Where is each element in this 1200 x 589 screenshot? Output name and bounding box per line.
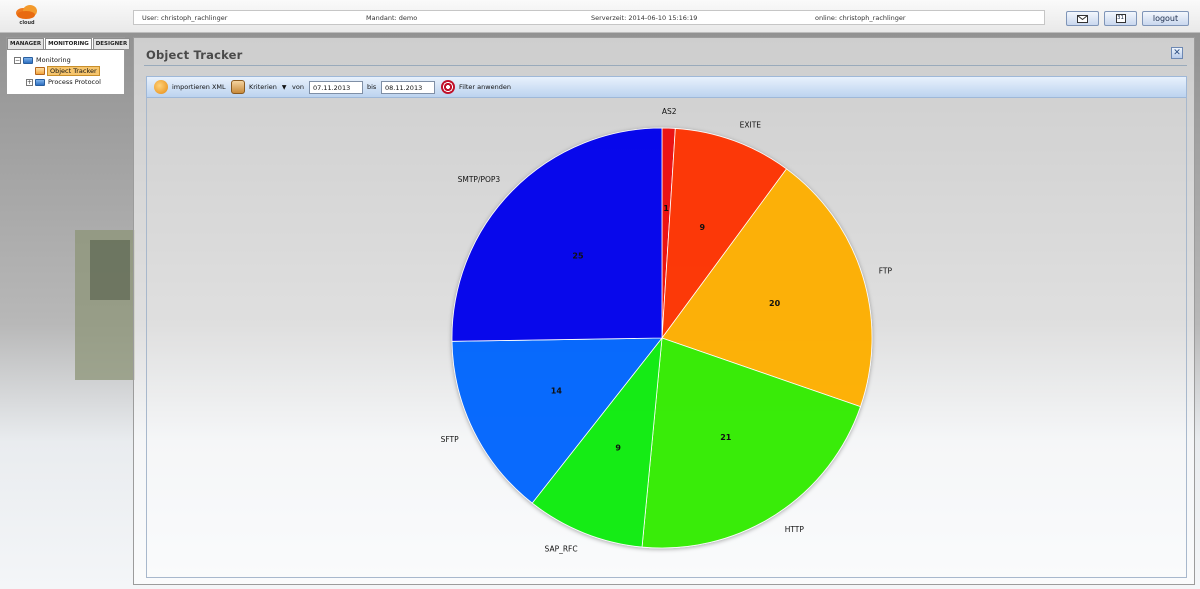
- pie-value-http: 21: [720, 433, 732, 442]
- envelope-icon: [1077, 14, 1088, 23]
- server-time: Serverzeit: 2014-06-10 15:16:19: [591, 14, 698, 22]
- tree-label-process-protocol: Process Protocol: [48, 78, 101, 86]
- criteria-dropdown[interactable]: Kriterien ▼: [231, 77, 287, 97]
- pie-value-smtp-pop3: 25: [572, 251, 584, 260]
- von-label: von: [292, 83, 304, 91]
- pie-value-sap-rfc: 9: [615, 443, 621, 452]
- pie-label-as2: AS2: [662, 107, 677, 116]
- pie-value-exite: 9: [700, 223, 706, 232]
- pie-label-sap-rfc: SAP_RFC: [545, 545, 578, 554]
- navigation-panel: MANAGER MONITORING DESIGNER − Monitoring…: [6, 37, 131, 95]
- import-xml-label: importieren XML: [172, 83, 226, 91]
- close-icon: ✕: [1173, 48, 1181, 58]
- tree-label-object-tracker: Object Tracker: [47, 66, 100, 76]
- import-icon: [154, 80, 168, 94]
- target-icon: [441, 80, 455, 94]
- tab-designer[interactable]: DESIGNER: [92, 38, 131, 49]
- mandant-info: Mandant: demo: [366, 14, 418, 22]
- app-header: cloud User: christoph_rachlinger Mandant…: [0, 0, 1200, 33]
- bis-label: bis: [367, 83, 377, 91]
- folder-icon: [23, 56, 33, 64]
- pie-label-exite: EXITE: [740, 121, 762, 130]
- title-divider: [144, 65, 1187, 66]
- page-title: Object Tracker: [146, 48, 243, 62]
- main-panel: Object Tracker ✕ importieren XML Kriteri…: [133, 37, 1195, 585]
- chart-area: 1 AS2 9 EXITE 20 FTP 21 HTTP 9 SAP_RFC 14 SFTP 25 SMT…: [146, 98, 1187, 578]
- import-xml-button[interactable]: importieren XML: [154, 77, 226, 97]
- pie-value-as2: 1: [663, 204, 669, 213]
- search-criteria-icon: [231, 80, 245, 94]
- expand-icon[interactable]: +: [26, 78, 33, 86]
- logout-button[interactable]: logout: [1142, 11, 1189, 26]
- pie-label-sftp: SFTP: [441, 435, 460, 444]
- folder-icon: [35, 78, 45, 86]
- pie-value-sftp: 14: [551, 386, 563, 395]
- pie-slices: [451, 127, 873, 549]
- pie-value-ftp: 20: [769, 299, 781, 308]
- date-to-input[interactable]: [381, 81, 435, 94]
- pie-label-http: HTTP: [785, 525, 805, 534]
- calendar-button[interactable]: 31: [1104, 11, 1137, 26]
- tree-label-monitoring: Monitoring: [36, 56, 71, 64]
- pie-slice-smtp-pop3[interactable]: [451, 127, 663, 342]
- logo-text: cloud: [19, 20, 35, 26]
- apply-filter-label: Filter anwenden: [459, 83, 511, 91]
- apply-filter-button[interactable]: Filter anwenden: [441, 77, 511, 97]
- calendar-icon: 31: [1115, 14, 1126, 23]
- tree-node-object-tracker[interactable]: Object Tracker: [35, 66, 100, 76]
- online-user: online: christoph_rachlinger: [815, 14, 906, 22]
- filter-toolbar: importieren XML Kriterien ▼ von bis Filt…: [146, 76, 1187, 98]
- pie-label-ftp: FTP: [879, 267, 893, 276]
- cloud-logo-icon: cloud: [12, 3, 42, 29]
- tab-manager[interactable]: MANAGER: [7, 38, 45, 49]
- collapse-icon[interactable]: −: [14, 56, 21, 64]
- session-info-bar: User: christoph_rachlinger Mandant: demo…: [133, 10, 1045, 25]
- chevron-down-icon: ▼: [281, 83, 287, 91]
- nav-tabs: MANAGER MONITORING DESIGNER: [7, 38, 131, 49]
- tree-node-monitoring[interactable]: − Monitoring: [14, 55, 71, 65]
- tree-node-process-protocol[interactable]: + Process Protocol: [26, 77, 101, 87]
- tab-monitoring[interactable]: MONITORING: [45, 38, 92, 49]
- criteria-label: Kriterien: [249, 83, 277, 91]
- pie-label-smtp-pop3: SMTP/POP3: [458, 175, 501, 184]
- user-info: User: christoph_rachlinger: [142, 14, 228, 22]
- close-button[interactable]: ✕: [1171, 47, 1183, 59]
- tracker-icon: [35, 67, 45, 75]
- date-from-input[interactable]: [309, 81, 363, 94]
- pie-chart: 1 AS2 9 EXITE 20 FTP 21 HTTP 9 SAP_RFC 14 SFTP 25 SMT…: [441, 107, 893, 554]
- mail-button[interactable]: [1066, 11, 1099, 26]
